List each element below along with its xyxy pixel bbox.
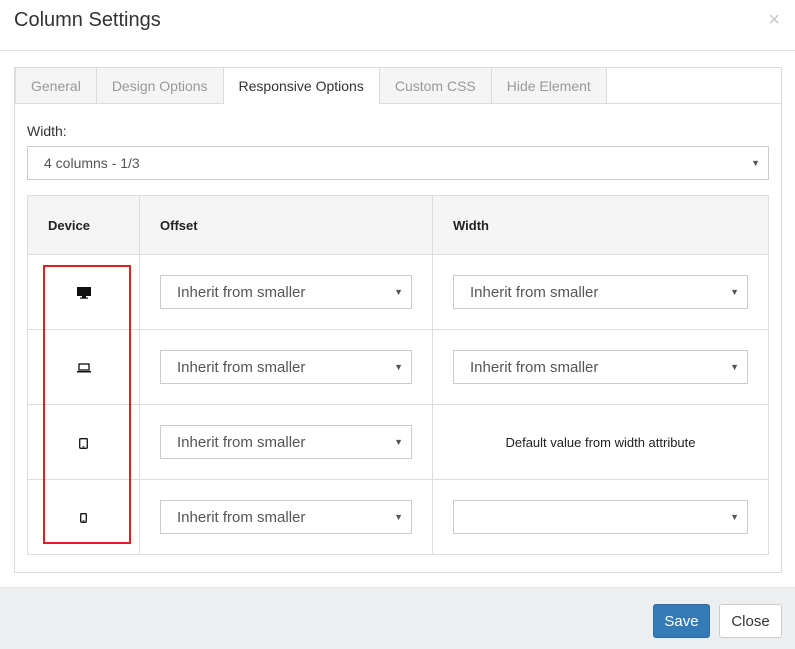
offset-select-value: Inherit from smaller [177, 358, 306, 376]
width-select-row[interactable]: Inherit from smaller ▼ [453, 350, 748, 384]
width-select-row[interactable]: Inherit from smaller ▼ [453, 275, 748, 309]
tab-bar: General Design Options Responsive Option… [15, 67, 607, 105]
dialog-header: Column Settings × [0, 0, 795, 51]
dialog-title: Column Settings [14, 9, 161, 31]
table-row: Inherit from smaller ▼ Inherit from smal… [27, 329, 769, 405]
tab-responsive-options[interactable]: Responsive Options [223, 67, 380, 105]
responsive-table: Device Offset Width Inherit from smaller [27, 195, 769, 555]
offset-select[interactable]: Inherit from smaller ▼ [160, 275, 412, 309]
width-select-row[interactable]: ▼ [453, 500, 748, 534]
table-row: Inherit from smaller ▼ Default value fro… [27, 404, 769, 480]
width-select[interactable]: 4 columns - 1/3 ▼ [27, 146, 769, 180]
column-settings-dialog: Column Settings × General Design Options… [0, 0, 795, 649]
width-select-value: 4 columns - 1/3 [44, 155, 140, 171]
header-offset: Offset [139, 195, 433, 255]
width-default-text: Default value from width attribute [432, 404, 769, 480]
close-button[interactable]: Close [719, 604, 782, 638]
device-cell [27, 254, 140, 330]
width-label: Width: [27, 123, 67, 139]
width-cell: ▼ [432, 479, 769, 555]
chevron-down-icon: ▼ [394, 287, 403, 297]
offset-select[interactable]: Inherit from smaller ▼ [160, 500, 412, 534]
table-row: Inherit from smaller ▼ ▼ [27, 479, 769, 555]
header-width: Width [432, 195, 769, 255]
width-cell: Inherit from smaller ▼ [432, 329, 769, 405]
offset-cell: Inherit from smaller ▼ [139, 254, 433, 330]
close-icon[interactable]: × [768, 10, 780, 30]
offset-select-value: Inherit from smaller [177, 508, 306, 526]
offset-cell: Inherit from smaller ▼ [139, 479, 433, 555]
device-cell [27, 329, 140, 405]
chevron-down-icon: ▼ [730, 287, 739, 297]
chevron-down-icon: ▼ [730, 512, 739, 522]
width-select-row-value: Inherit from smaller [470, 358, 599, 376]
offset-select[interactable]: Inherit from smaller ▼ [160, 425, 412, 459]
offset-select-value: Inherit from smaller [177, 433, 306, 451]
device-cell [27, 404, 140, 480]
table-row: Inherit from smaller ▼ Inherit from smal… [27, 254, 769, 330]
tab-hide-element[interactable]: Hide Element [491, 67, 607, 104]
tab-design-options[interactable]: Design Options [96, 67, 224, 104]
chevron-down-icon: ▼ [751, 158, 760, 168]
dialog-footer: Save Close [0, 587, 795, 649]
desktop-icon [76, 287, 91, 299]
header-device: Device [27, 195, 140, 255]
offset-cell: Inherit from smaller ▼ [139, 329, 433, 405]
tab-general[interactable]: General [15, 67, 97, 104]
save-button[interactable]: Save [653, 604, 710, 638]
tab-custom-css[interactable]: Custom CSS [379, 67, 492, 104]
laptop-icon [76, 363, 91, 373]
device-cell [27, 479, 140, 555]
width-cell: Inherit from smaller ▼ [432, 254, 769, 330]
offset-select-value: Inherit from smaller [177, 283, 306, 301]
offset-cell: Inherit from smaller ▼ [139, 404, 433, 480]
offset-select[interactable]: Inherit from smaller ▼ [160, 350, 412, 384]
phone-icon [80, 513, 87, 524]
width-select-row-value: Inherit from smaller [470, 283, 599, 301]
chevron-down-icon: ▼ [394, 437, 403, 447]
tablet-icon [79, 437, 88, 449]
chevron-down-icon: ▼ [730, 362, 739, 372]
chevron-down-icon: ▼ [394, 362, 403, 372]
chevron-down-icon: ▼ [394, 512, 403, 522]
table-header-row: Device Offset Width [27, 195, 769, 255]
